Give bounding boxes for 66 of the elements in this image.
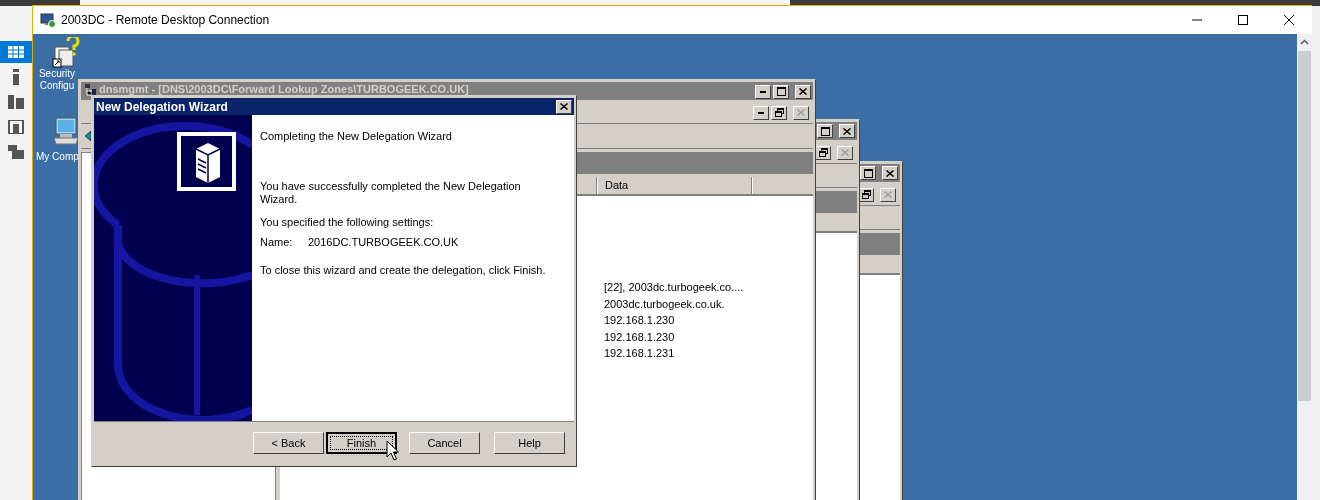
dialog-button[interactable]: Finish [326,432,397,454]
dialog-button[interactable]: < Back [253,432,324,454]
table-cell-text: 2003dc.turbogeek.co.uk. [604,296,725,312]
close-button[interactable] [793,105,809,120]
scrollbar-thumb[interactable] [1298,51,1311,401]
window-title: 2003DC - Remote Desktop Connection [61,12,270,29]
tiles-icon [8,95,24,109]
restore-icon [818,148,828,157]
table-cell-text: 192.168.1.230 [604,329,675,345]
grid-icon [8,46,24,58]
table-cell-text: [22], 2003dc.turbogeek.co.... [604,280,744,295]
close-button[interactable] [795,84,811,99]
restore-icon [861,190,871,199]
close-icon [799,88,807,95]
minimize-icon [760,90,766,93]
table-cell-text: 192.168.1.230 [604,313,675,328]
window-title: dnsmgmt - [DNS\2003DC\Forward Lookup Zones\TURBOGEEK.CO.UK] [99,83,469,95]
close-icon [884,191,892,198]
close-button[interactable] [837,145,853,160]
close-icon [886,169,894,177]
folders-icon [8,145,24,159]
close-icon [797,109,805,116]
close-icon [841,149,849,156]
dialog-title: New Delegation Wizard [96,98,228,116]
dialog-button[interactable]: Help [494,432,565,454]
computer-icon[interactable] [52,116,80,146]
maximize-button[interactable] [860,166,876,180]
close-button[interactable] [556,99,572,114]
dialog-button[interactable]: Cancel [409,432,480,454]
maximize-icon [820,126,830,136]
desktop-icon-label[interactable]: My Comp [36,151,78,163]
close-button[interactable] [882,166,898,180]
scroll-up-icon[interactable] [1300,39,1309,45]
wizard-message: You have successfully completed the New Delegation Wizard. [260,180,522,206]
maximize-button[interactable] [773,84,789,99]
shortcut-icon[interactable] [52,37,80,69]
maximize-icon [776,87,786,96]
close-icon [843,127,851,135]
restore-icon [774,108,784,117]
tree-icon [83,83,97,97]
restore-button[interactable] [771,105,787,120]
scrollbar[interactable] [1297,34,1312,500]
minimize-icon [758,111,764,114]
maximize-icon [1238,15,1248,25]
closing-instruction: To close this wizard and create the delegation, click Finish. [260,264,547,277]
stack-icon [8,120,24,134]
column-header[interactable]: Data [597,177,752,194]
table-cell-text: 192.168.1.231 [604,346,675,361]
server-icon [177,132,236,191]
minimize-button[interactable] [753,105,769,120]
wizard-heading: Completing the New Delegation Wizard [260,130,453,143]
setting-value: 2016DC.TURBOGEEK.CO.UK [308,236,459,249]
close-icon [1284,15,1294,25]
close-button[interactable] [880,187,896,202]
setting-label: Name: [260,236,294,249]
desktop-icon-label[interactable]: Security Configu [37,68,77,92]
cursor-icon [386,440,399,461]
close-button[interactable] [839,124,855,138]
maximize-button[interactable] [817,124,833,138]
close-icon [560,103,568,110]
monitor-icon [40,12,56,28]
minimize-button[interactable] [755,84,771,99]
bar-icon [13,69,19,85]
settings-intro: You specified the following settings: [260,216,435,229]
sidebar-button[interactable] [0,41,32,63]
maximize-icon [863,168,873,178]
